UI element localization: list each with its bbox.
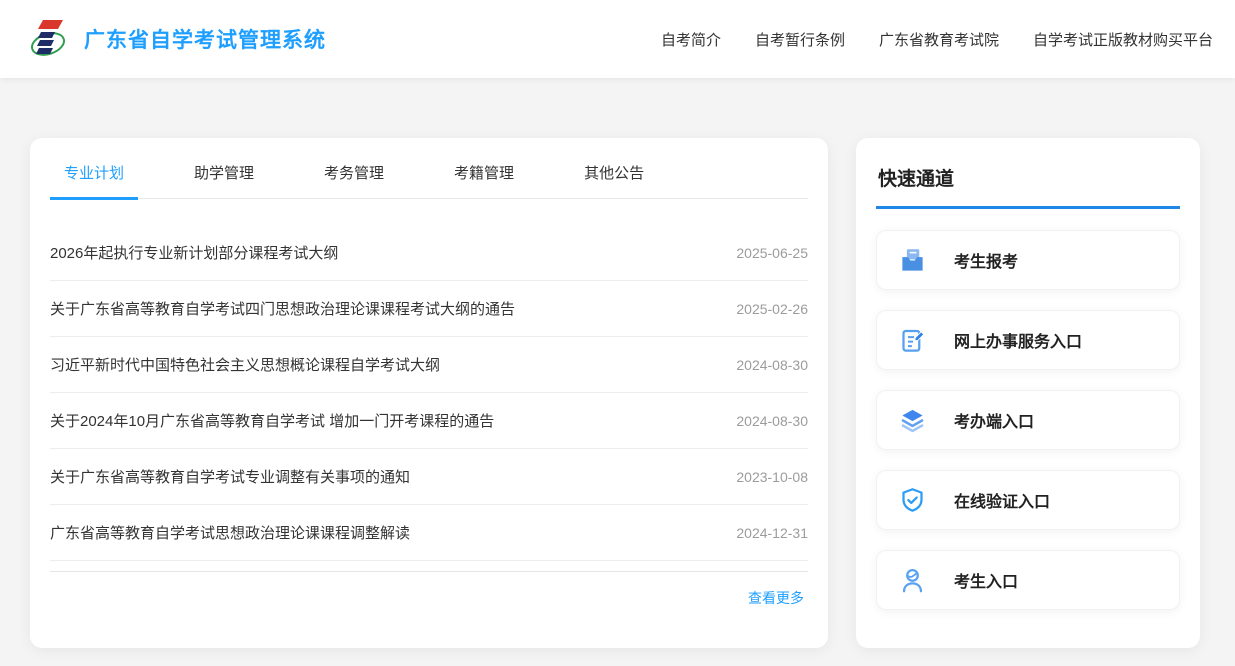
page-header: 广东省自学考试管理系统 自考简介 自考暂行条例 广东省教育考试院 自学考试正版教…: [0, 0, 1235, 78]
view-more-link[interactable]: 查看更多: [748, 590, 804, 606]
announcement-list: 2026年起执行专业新计划部分课程考试大纲 2025-06-25 关于广东省高等…: [50, 225, 808, 572]
announcement-date: 2024-08-30: [736, 413, 808, 429]
quick-channel-title: 快速通道: [876, 138, 1180, 209]
quick-link-label: 考办端入口: [954, 408, 1034, 432]
announcement-row[interactable]: 关于广东省高等教育自学考试四门思想政治理论课课程考试大纲的通告 2025-02-…: [50, 281, 808, 337]
nav-link-gdeea[interactable]: 广东省教育考试院: [879, 29, 999, 50]
announcement-date: 2025-02-26: [736, 301, 808, 317]
nav-link-textbook-platform[interactable]: 自学考试正版教材购买平台: [1033, 29, 1213, 50]
announcements-footer: 查看更多: [50, 572, 808, 608]
main-content: 专业计划 助学管理 考务管理 考籍管理 其他公告 2026年起执行专业新计划部分…: [0, 78, 1235, 648]
announcement-title[interactable]: 广东省高等教育自学考试思想政治理论课课程调整解读: [50, 522, 410, 543]
announcement-date: 2024-08-30: [736, 357, 808, 373]
announcement-row[interactable]: 关于2024年10月广东省高等教育自学考试 增加一门开考课程的通告 2024-0…: [50, 393, 808, 449]
announcement-tabs: 专业计划 助学管理 考务管理 考籍管理 其他公告: [50, 138, 808, 199]
announcement-row[interactable]: 2026年起执行专业新计划部分课程考试大纲 2025-06-25: [50, 225, 808, 281]
announcement-row[interactable]: 习近平新时代中国特色社会主义思想概论课程自学考试大纲 2024-08-30: [50, 337, 808, 393]
top-navigation: 自考简介 自考暂行条例 广东省教育考试院 自学考试正版教材购买平台: [661, 29, 1213, 50]
nav-link-intro[interactable]: 自考简介: [661, 29, 721, 50]
announcement-date: 2025-06-25: [736, 245, 808, 261]
announcement-row[interactable]: 广东省高等教育自学考试思想政治理论课课程调整解读 2024-12-31: [50, 505, 808, 561]
announcement-title[interactable]: 2026年起执行专业新计划部分课程考试大纲: [50, 242, 338, 263]
quick-link-candidate-portal[interactable]: 考生入口: [876, 550, 1180, 610]
quick-link-label: 在线验证入口: [954, 488, 1050, 512]
inbox-icon: [899, 247, 926, 274]
quick-link-exam-office-portal[interactable]: 考办端入口: [876, 390, 1180, 450]
shield-check-icon: [899, 487, 926, 514]
brand: 广东省自学考试管理系统: [30, 17, 326, 61]
user-icon: [899, 567, 926, 594]
page-title: 广东省自学考试管理系统: [84, 24, 326, 54]
announcement-title[interactable]: 关于广东省高等教育自学考试专业调整有关事项的通知: [50, 466, 410, 487]
quick-link-candidate-register[interactable]: 考生报考: [876, 230, 1180, 290]
tab-study-aid[interactable]: 助学管理: [180, 162, 268, 200]
quick-link-label: 网上办事服务入口: [954, 328, 1082, 352]
tab-major-plan[interactable]: 专业计划: [50, 162, 138, 200]
tab-exam-affairs[interactable]: 考务管理: [310, 162, 398, 200]
form-edit-icon: [899, 327, 926, 354]
gdeea-logo-icon: [30, 17, 68, 61]
quick-link-online-verification[interactable]: 在线验证入口: [876, 470, 1180, 530]
tab-other-notices[interactable]: 其他公告: [570, 162, 658, 200]
nav-link-regulations[interactable]: 自考暂行条例: [755, 29, 845, 50]
announcement-title[interactable]: 习近平新时代中国特色社会主义思想概论课程自学考试大纲: [50, 354, 440, 375]
quick-channel-card: 快速通道 考生报考: [856, 138, 1200, 648]
announcement-title[interactable]: 关于广东省高等教育自学考试四门思想政治理论课课程考试大纲的通告: [50, 298, 515, 319]
layers-icon: [899, 407, 926, 434]
quick-link-list: 考生报考 网上办事服务入口: [876, 230, 1180, 610]
announcement-title[interactable]: 关于2024年10月广东省高等教育自学考试 增加一门开考课程的通告: [50, 410, 494, 431]
quick-link-online-service[interactable]: 网上办事服务入口: [876, 310, 1180, 370]
quick-link-label: 考生报考: [954, 248, 1018, 272]
tab-exam-records[interactable]: 考籍管理: [440, 162, 528, 200]
list-divider: [50, 561, 808, 572]
announcements-card: 专业计划 助学管理 考务管理 考籍管理 其他公告 2026年起执行专业新计划部分…: [30, 138, 828, 648]
announcement-date: 2023-10-08: [736, 469, 808, 485]
announcement-date: 2024-12-31: [736, 525, 808, 541]
announcement-row[interactable]: 关于广东省高等教育自学考试专业调整有关事项的通知 2023-10-08: [50, 449, 808, 505]
quick-link-label: 考生入口: [954, 568, 1018, 592]
